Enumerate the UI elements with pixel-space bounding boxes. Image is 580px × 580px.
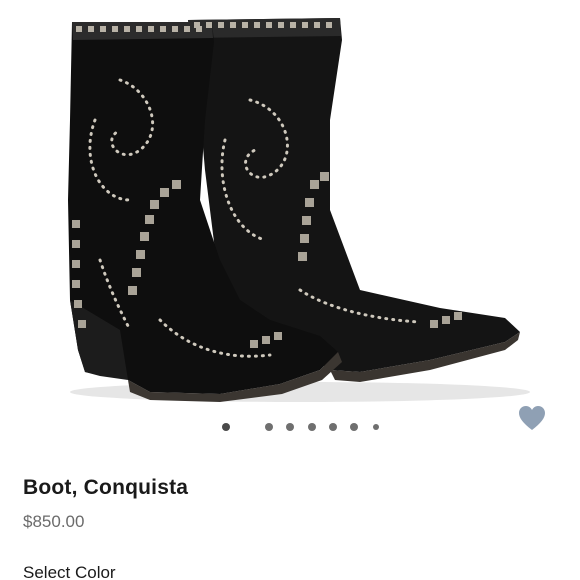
heart-icon xyxy=(519,406,545,430)
product-image xyxy=(68,18,530,402)
carousel-dot[interactable] xyxy=(286,423,294,431)
like-button[interactable] xyxy=(518,405,546,431)
product-title: Boot, Conquista xyxy=(23,476,189,499)
product-image-gallery[interactable] xyxy=(0,0,580,410)
select-color-label[interactable]: Select Color xyxy=(23,563,116,580)
carousel-dot[interactable] xyxy=(222,423,230,431)
carousel-dot[interactable] xyxy=(350,423,358,431)
carousel-dot[interactable] xyxy=(265,423,273,431)
product-price: $850.00 xyxy=(23,512,85,531)
carousel-pagination[interactable] xyxy=(0,421,580,433)
carousel-dot[interactable] xyxy=(308,423,316,431)
carousel-dot[interactable] xyxy=(329,423,337,431)
carousel-dot[interactable] xyxy=(373,424,379,430)
